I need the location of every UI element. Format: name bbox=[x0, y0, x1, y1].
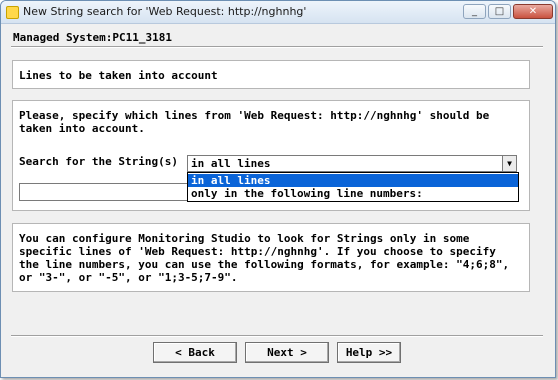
section-title: Lines to be taken into account bbox=[19, 69, 218, 82]
next-button[interactable]: Next > bbox=[245, 342, 329, 363]
help-button[interactable]: Help >> bbox=[337, 342, 401, 363]
close-button[interactable]: ✕ bbox=[513, 4, 553, 19]
help-line-3: the line numbers, you can use the follow… bbox=[19, 258, 510, 271]
app-icon bbox=[6, 6, 19, 19]
section-title-panel: Lines to be taken into account bbox=[12, 60, 530, 89]
option-all-lines[interactable]: in all lines bbox=[188, 174, 518, 187]
minimize-button[interactable]: _ bbox=[463, 4, 486, 19]
chevron-down-icon[interactable]: ▼ bbox=[502, 156, 516, 171]
instruction-line-2: taken into account. bbox=[19, 122, 145, 135]
managed-system-label: Managed System:PC11_3181 bbox=[13, 31, 172, 44]
maximize-button[interactable]: □ bbox=[488, 4, 511, 19]
option-line-numbers[interactable]: only in the following line numbers: bbox=[188, 187, 518, 200]
help-text-panel: You can configure Monitoring Studio to l… bbox=[12, 223, 530, 292]
search-for-string-label: Search for the String(s) bbox=[19, 155, 178, 168]
instruction-line-1: Please, specify which lines from 'Web Re… bbox=[19, 109, 490, 122]
back-button[interactable]: < Back bbox=[153, 342, 237, 363]
window-title: New String search for 'Web Request: http… bbox=[23, 5, 307, 18]
lines-select-value: in all lines bbox=[191, 157, 271, 170]
help-line-4: or "3-", or "-5", or "1;3-5;7-9". bbox=[19, 271, 238, 284]
dialog-window: New String search for 'Web Request: http… bbox=[0, 0, 556, 378]
line-numbers-input[interactable] bbox=[19, 183, 191, 201]
help-line-1: You can configure Monitoring Studio to l… bbox=[19, 232, 470, 245]
footer-divider bbox=[11, 335, 543, 337]
lines-dropdown-list: in all lines only in the following line … bbox=[187, 172, 519, 202]
help-line-2: specific lines of 'Web Request: http://n… bbox=[19, 245, 496, 258]
title-bar[interactable]: New String search for 'Web Request: http… bbox=[1, 1, 555, 24]
header-divider bbox=[11, 46, 543, 48]
lines-select[interactable]: in all lines ▼ bbox=[187, 155, 517, 172]
